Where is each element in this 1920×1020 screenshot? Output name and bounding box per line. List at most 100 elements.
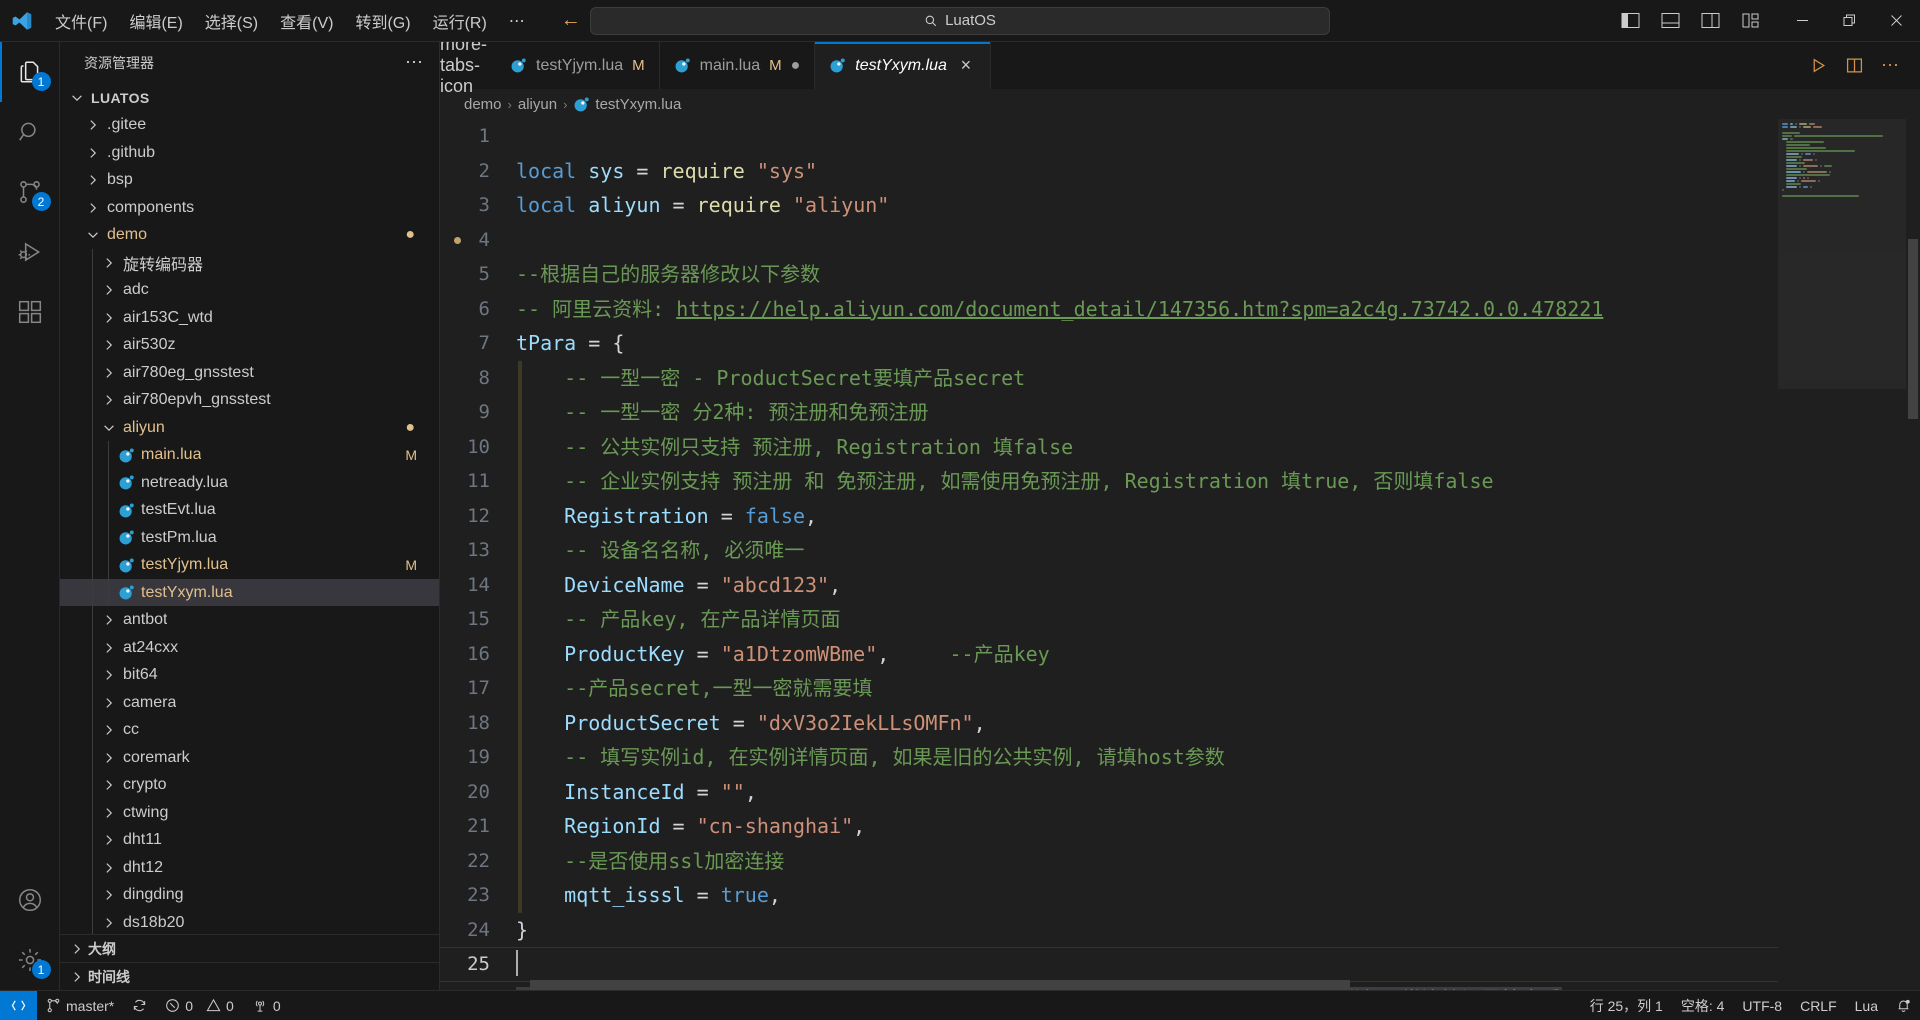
code-line[interactable]: 15 -- 产品key, 在产品详情页面 xyxy=(440,602,1778,637)
status-cursor-position[interactable]: 行 25，列 1 xyxy=(1581,991,1672,1020)
file-tree-folder[interactable]: .gitee xyxy=(60,111,439,139)
code-line[interactable]: 7 tPara = { xyxy=(440,326,1778,361)
minimize-icon[interactable] xyxy=(1779,0,1826,42)
file-tree-folder[interactable]: air153C_wtd xyxy=(60,303,439,332)
code-line[interactable]: 13 -- 设备名名称, 必须唯一 xyxy=(440,533,1778,568)
code-line[interactable]: 8 -- 一型一密 - ProductSecret要填产品secret xyxy=(440,360,1778,395)
file-tree-folder[interactable]: crypto xyxy=(60,771,439,799)
editor-tab[interactable]: testYxym.lua × xyxy=(815,42,991,89)
run-icon[interactable] xyxy=(1802,50,1834,82)
code-line[interactable]: 19 -- 填写实例id, 在实例详情页面, 如果是旧的公共实例, 请填host… xyxy=(440,740,1778,775)
horizontal-scrollbar-thumb[interactable] xyxy=(530,980,1350,990)
file-tree-file[interactable]: main.lua M xyxy=(60,441,439,469)
breadcrumb-item[interactable]: testYxym.lua xyxy=(573,96,681,113)
tab-dirty-indicator[interactable]: ● xyxy=(791,57,801,74)
menu-item-6[interactable]: ⋯ xyxy=(498,7,536,35)
status-ports[interactable]: 0 xyxy=(243,991,290,1020)
menu-item-5[interactable]: 运行(R) xyxy=(422,5,498,37)
status-eol[interactable]: CRLF xyxy=(1791,991,1846,1020)
file-tree-file[interactable]: netready.lua xyxy=(60,468,439,497)
file-tree-folder[interactable]: demo ● xyxy=(60,221,439,249)
chevron-right-icon[interactable] xyxy=(100,777,117,794)
code-line[interactable]: 23 mqtt_isssl = true, xyxy=(440,878,1778,913)
file-tree-folder[interactable]: antbot xyxy=(60,606,439,634)
file-tree-file[interactable]: testPm.lua xyxy=(60,523,439,552)
command-center[interactable]: LuatOS xyxy=(590,6,1330,35)
status-sync[interactable] xyxy=(123,991,156,1020)
chevron-down-icon[interactable] xyxy=(84,227,101,244)
editor-tab[interactable]: testYjym.lua M xyxy=(496,42,660,89)
file-tree[interactable]: LUATOS .gitee .github bsp components demo ● 旋转编… xyxy=(60,84,439,935)
code-line[interactable]: 10 -- 公共实例只支持 预注册, Registration 填false xyxy=(440,429,1778,464)
code-editor[interactable]: 1 2 local sys = require "sys" 3 local aliyun… xyxy=(440,119,1920,990)
chevron-right-icon[interactable] xyxy=(100,694,117,711)
horizontal-scrollbar[interactable] xyxy=(530,980,1636,990)
chevron-right-icon[interactable] xyxy=(100,282,117,299)
file-tree-file[interactable]: testYjym.lua M xyxy=(60,551,439,579)
more-tabs-icon[interactable]: more-tabs-icon xyxy=(440,34,496,96)
minimap[interactable] xyxy=(1778,119,1906,990)
file-tree-folder[interactable]: air530z xyxy=(60,331,439,359)
toggle-panel-icon[interactable] xyxy=(1653,4,1687,38)
file-tree-folder[interactable]: dingding xyxy=(60,881,439,909)
file-tree-folder[interactable]: aliyun ● xyxy=(60,413,439,442)
chevron-right-icon[interactable] xyxy=(100,337,117,354)
file-tree-folder[interactable]: components xyxy=(60,194,439,222)
activity-bar-item-extensions[interactable] xyxy=(0,282,60,342)
file-tree-folder[interactable]: dht12 xyxy=(60,853,439,882)
file-tree-folder[interactable]: bit64 xyxy=(60,661,439,689)
file-tree-folder[interactable]: dht11 xyxy=(60,826,439,854)
chevron-right-icon[interactable] xyxy=(100,254,117,271)
activity-bar-item-manage[interactable]: 1 xyxy=(0,930,60,990)
minimap-slider[interactable] xyxy=(1778,119,1906,389)
chevron-right-icon[interactable] xyxy=(100,914,117,931)
chevron-right-icon[interactable] xyxy=(100,804,117,821)
code-scroll-area[interactable]: 1 2 local sys = require "sys" 3 local aliyun… xyxy=(440,119,1778,990)
file-tree-folder[interactable]: bsp xyxy=(60,166,439,194)
editor-tab[interactable]: main.lua M ● xyxy=(659,42,816,89)
chevron-right-icon[interactable] xyxy=(100,639,117,656)
file-tree-folder[interactable]: coremark xyxy=(60,743,439,772)
file-tree-folder[interactable]: camera xyxy=(60,688,439,717)
chevron-right-icon[interactable] xyxy=(100,859,117,876)
file-tree-folder[interactable]: adc xyxy=(60,276,439,304)
code-line[interactable]: 5 --根据自己的服务器修改以下参数 xyxy=(440,257,1778,292)
status-errors[interactable]: 0 0 xyxy=(156,991,243,1020)
code-line[interactable]: 24} xyxy=(440,913,1778,948)
menu-item-0[interactable]: 文件(F) xyxy=(44,5,118,37)
chevron-right-icon[interactable] xyxy=(100,364,117,381)
code-line[interactable]: 12 Registration = false, xyxy=(440,498,1778,533)
chevron-down-icon[interactable] xyxy=(100,419,117,436)
close-icon[interactable] xyxy=(1873,0,1920,42)
file-tree-root[interactable]: LUATOS xyxy=(60,84,439,112)
chevron-right-icon[interactable] xyxy=(100,722,117,739)
status-notifications[interactable] xyxy=(1887,991,1920,1020)
chevron-right-icon[interactable] xyxy=(84,199,101,216)
menu-item-4[interactable]: 转到(G) xyxy=(344,5,421,37)
code-line[interactable]: 22 --是否使用ssl加密连接 xyxy=(440,843,1778,878)
sidebar-more-actions-icon[interactable]: ⋯ xyxy=(397,52,431,73)
file-tree-folder[interactable]: .github xyxy=(60,139,439,167)
chevron-down-icon[interactable] xyxy=(68,89,85,106)
file-tree-folder[interactable]: cc xyxy=(60,716,439,744)
toggle-primary-sidebar-icon[interactable] xyxy=(1613,4,1647,38)
menu-item-2[interactable]: 选择(S) xyxy=(194,5,269,37)
code-line[interactable]: 9 -- 一型一密 分2种: 预注册和免预注册 xyxy=(440,395,1778,430)
breadcrumb-item[interactable]: demo xyxy=(464,96,502,113)
chevron-right-icon[interactable] xyxy=(100,392,117,409)
status-branch[interactable]: master* xyxy=(37,991,123,1020)
file-tree-file[interactable]: testEvt.lua xyxy=(60,496,439,524)
file-tree-folder[interactable]: ds18b20 xyxy=(60,908,439,935)
code-line[interactable]: 11 -- 企业实例支持 预注册 和 免预注册, 如需使用免预注册, Regis… xyxy=(440,464,1778,499)
code-line[interactable]: 3 local aliyun = require "aliyun" xyxy=(440,188,1778,223)
code-line[interactable]: 4 xyxy=(440,223,1778,258)
activity-bar-item-source-control[interactable]: 2 xyxy=(0,162,60,222)
code-line[interactable]: 16 ProductKey = "a1DtzomWBme", --产品key xyxy=(440,636,1778,671)
file-tree-file[interactable]: testYxym.lua xyxy=(60,578,439,607)
breadcrumb[interactable]: demo › aliyun › testYxym.lua xyxy=(440,89,1920,119)
activity-bar-item-search[interactable] xyxy=(0,102,60,162)
code-line[interactable]: 18 ProductSecret = "dxV3o2IekLLsOMFn", xyxy=(440,705,1778,740)
code-line[interactable]: 21 RegionId = "cn-shanghai", xyxy=(440,809,1778,844)
chevron-right-icon[interactable] xyxy=(84,117,101,134)
toggle-secondary-sidebar-icon[interactable] xyxy=(1693,4,1727,38)
